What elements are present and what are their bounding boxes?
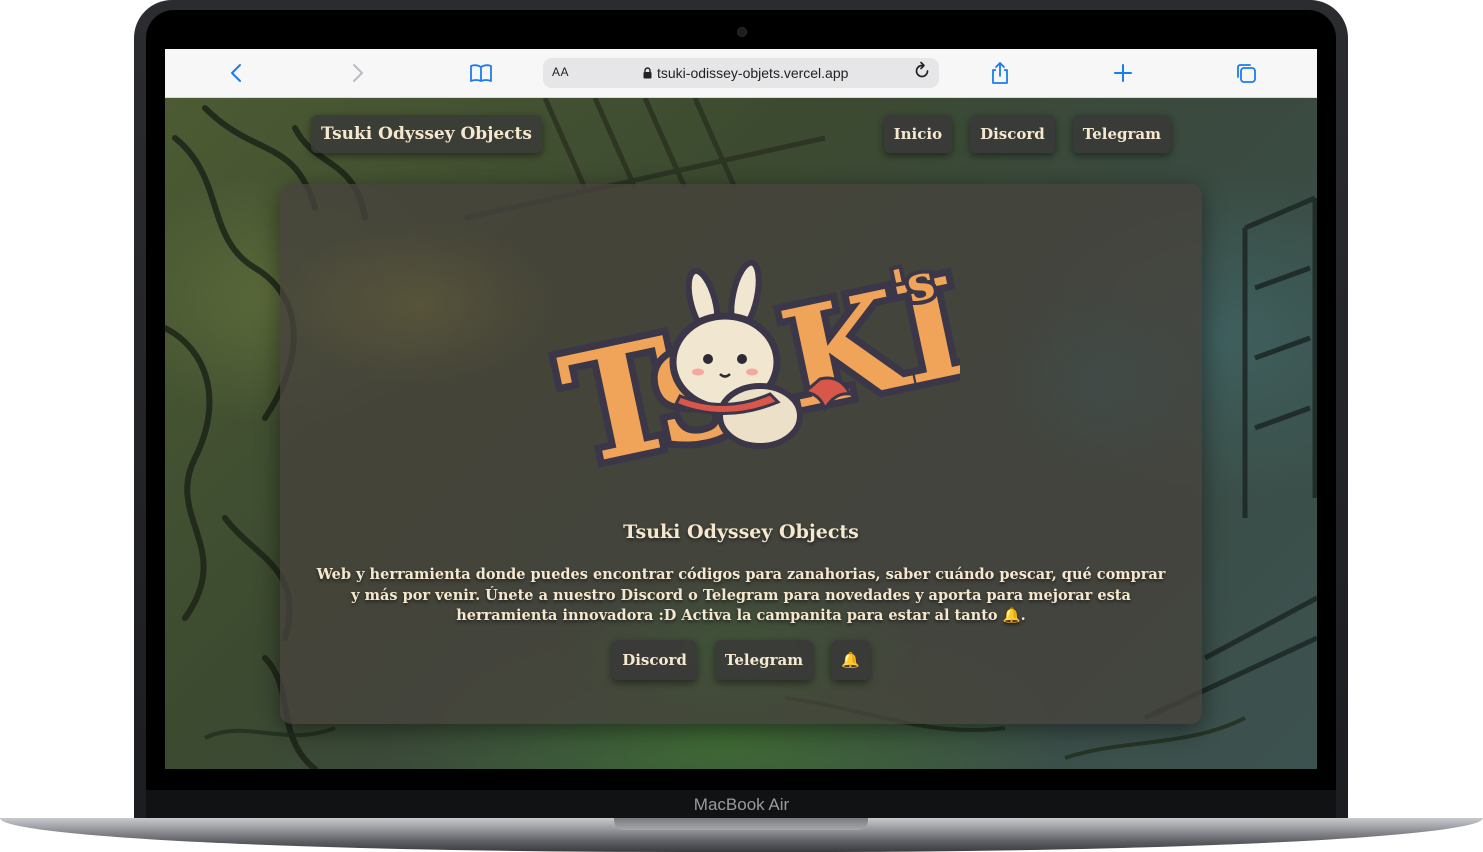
plus-icon xyxy=(1114,64,1132,82)
tabs-icon xyxy=(1237,64,1256,83)
site-nav: Inicio Discord Telegram xyxy=(883,115,1171,153)
model-label: MacBook Air xyxy=(693,795,790,814)
hero-title: Tsuki Odyssey Objects xyxy=(623,521,859,543)
screen: AA tsuki-odissey-objets.vercel.app Tsuki… xyxy=(165,49,1317,769)
nav-discord[interactable]: Discord xyxy=(970,115,1055,153)
nav-inicio[interactable]: Inicio xyxy=(883,115,953,153)
hero-actions: Discord Telegram 🔔 xyxy=(280,640,1202,680)
browser-toolbar: AA tsuki-odissey-objets.vercel.app xyxy=(165,49,1317,98)
hero-discord-button[interactable]: Discord xyxy=(612,640,697,680)
new-tab-button[interactable] xyxy=(1109,59,1137,87)
hero-description: Web y herramienta donde puedes encontrar… xyxy=(316,566,1166,624)
camera-icon xyxy=(737,27,747,37)
web-page: Tsuki Odyssey Objects Inicio Discord Tel… xyxy=(165,98,1317,769)
lock-icon xyxy=(643,67,652,79)
tabs-button[interactable] xyxy=(1232,59,1260,87)
site-brand[interactable]: Tsuki Odyssey Objects xyxy=(311,115,542,153)
reload-icon xyxy=(915,61,929,78)
nav-telegram[interactable]: Telegram xyxy=(1072,115,1171,153)
chevron-right-icon xyxy=(353,64,363,82)
bell-icon: 🔔 xyxy=(841,651,860,669)
hero-telegram-button[interactable]: Telegram xyxy=(714,640,814,680)
reader-button[interactable]: AA xyxy=(552,65,569,79)
bookmarks-button[interactable] xyxy=(467,59,495,87)
hero-card: T S KI 's xyxy=(280,184,1202,724)
url-text: tsuki-odissey-objets.vercel.app xyxy=(657,65,849,81)
back-button[interactable] xyxy=(222,59,250,87)
book-icon xyxy=(470,64,492,82)
address-bar[interactable]: AA tsuki-odissey-objets.vercel.app xyxy=(543,58,939,88)
tsuki-logo: T S KI 's xyxy=(541,240,960,484)
share-button[interactable] xyxy=(986,59,1014,87)
reload-button[interactable] xyxy=(913,61,931,87)
chevron-left-icon xyxy=(231,64,241,82)
share-icon xyxy=(992,62,1008,84)
forward-button[interactable] xyxy=(344,59,372,87)
hero-bell-button[interactable]: 🔔 xyxy=(831,640,870,680)
laptop-notch xyxy=(614,818,868,830)
